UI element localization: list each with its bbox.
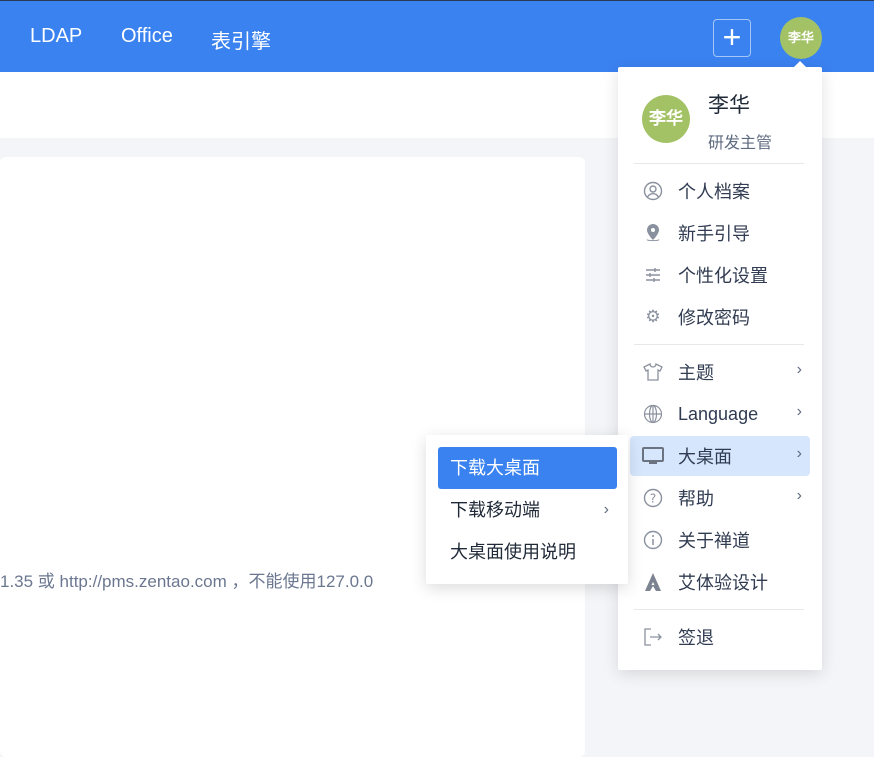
chevron-right-icon: › <box>796 445 802 462</box>
menu-item-label: 大桌面 <box>678 447 732 467</box>
submenu-download-mobile[interactable]: 下载移动端 › <box>438 489 617 531</box>
user-name: 李华 <box>708 94 750 117</box>
submenu-label: 下载移动端 <box>450 500 540 520</box>
menu-item-language[interactable]: Language › <box>630 394 810 434</box>
sliders-icon <box>642 264 664 286</box>
menu-item-ai-design[interactable]: 艾体验设计 <box>630 562 810 602</box>
menu-item-label: 新手引导 <box>678 224 750 244</box>
chevron-right-icon: › <box>603 501 609 518</box>
user-dropdown-menu: 李华 李华 研发主管 个人档案 新手引导 个性化设置 ⚙ 修改密码 主题 › La… <box>618 61 822 670</box>
add-button[interactable]: + <box>713 19 751 57</box>
avatar: 李华 <box>642 95 690 143</box>
divider <box>634 609 804 610</box>
map-pin-icon <box>642 222 664 244</box>
menu-item-label: 关于禅道 <box>678 531 750 551</box>
server-hint-text: 1.35 或 http://pms.zentao.com ，不能使用127.0.… <box>0 572 374 591</box>
svg-text:?: ? <box>650 492 656 506</box>
submenu-desktop-guide[interactable]: 大桌面使用说明 <box>438 531 617 573</box>
submenu-download-desktop[interactable]: 下载大桌面 <box>438 447 617 489</box>
menu-item-label: Language <box>678 403 759 424</box>
chevron-right-icon: › <box>796 403 802 420</box>
user-avatar-button[interactable]: 李华 <box>780 17 822 59</box>
menu-item-help[interactable]: ? 帮助 › <box>630 478 810 518</box>
user-role: 研发主管 <box>708 135 773 152</box>
nav-table-engine[interactable]: 表引擎 <box>211 25 271 54</box>
menu-item-preferences[interactable]: 个性化设置 <box>630 255 810 295</box>
menu-item-tutorial[interactable]: 新手引导 <box>630 213 810 253</box>
menu-item-label: 主题 <box>678 363 714 383</box>
divider <box>634 163 804 164</box>
logout-icon <box>642 626 664 648</box>
gear-icon: ⚙ <box>645 307 661 326</box>
chevron-right-icon: › <box>796 361 802 378</box>
menu-item-label: 签退 <box>678 628 714 648</box>
nav-office[interactable]: Office <box>121 25 173 48</box>
user-circle-icon <box>642 180 664 202</box>
ai-logo-icon <box>642 571 664 593</box>
tshirt-icon <box>642 361 664 383</box>
menu-item-about[interactable]: 关于禅道 <box>630 520 810 560</box>
menu-item-change-password[interactable]: ⚙ 修改密码 <box>630 297 810 337</box>
chevron-right-icon: › <box>796 487 802 504</box>
menu-item-label: 个人档案 <box>678 182 750 202</box>
menu-item-label: 帮助 <box>678 489 714 509</box>
menu-item-label: 修改密码 <box>678 308 750 328</box>
monitor-icon <box>642 445 664 467</box>
menu-item-desktop[interactable]: 大桌面 › <box>630 436 810 476</box>
menu-item-profile[interactable]: 个人档案 <box>630 171 810 211</box>
menu-item-label: 艾体验设计 <box>678 573 768 593</box>
info-circle-icon <box>642 529 664 551</box>
desktop-submenu: 下载大桌面 下载移动端 › 大桌面使用说明 <box>426 435 628 584</box>
globe-icon <box>642 403 664 425</box>
menu-item-theme[interactable]: 主题 › <box>630 352 810 392</box>
nav-ldap[interactable]: LDAP <box>30 25 82 48</box>
menu-item-label: 个性化设置 <box>678 266 768 286</box>
divider <box>634 344 804 345</box>
top-navbar: LDAP Office 表引擎 + 李华 <box>0 0 874 72</box>
help-circle-icon: ? <box>642 487 664 509</box>
menu-item-logout[interactable]: 签退 <box>630 617 810 657</box>
